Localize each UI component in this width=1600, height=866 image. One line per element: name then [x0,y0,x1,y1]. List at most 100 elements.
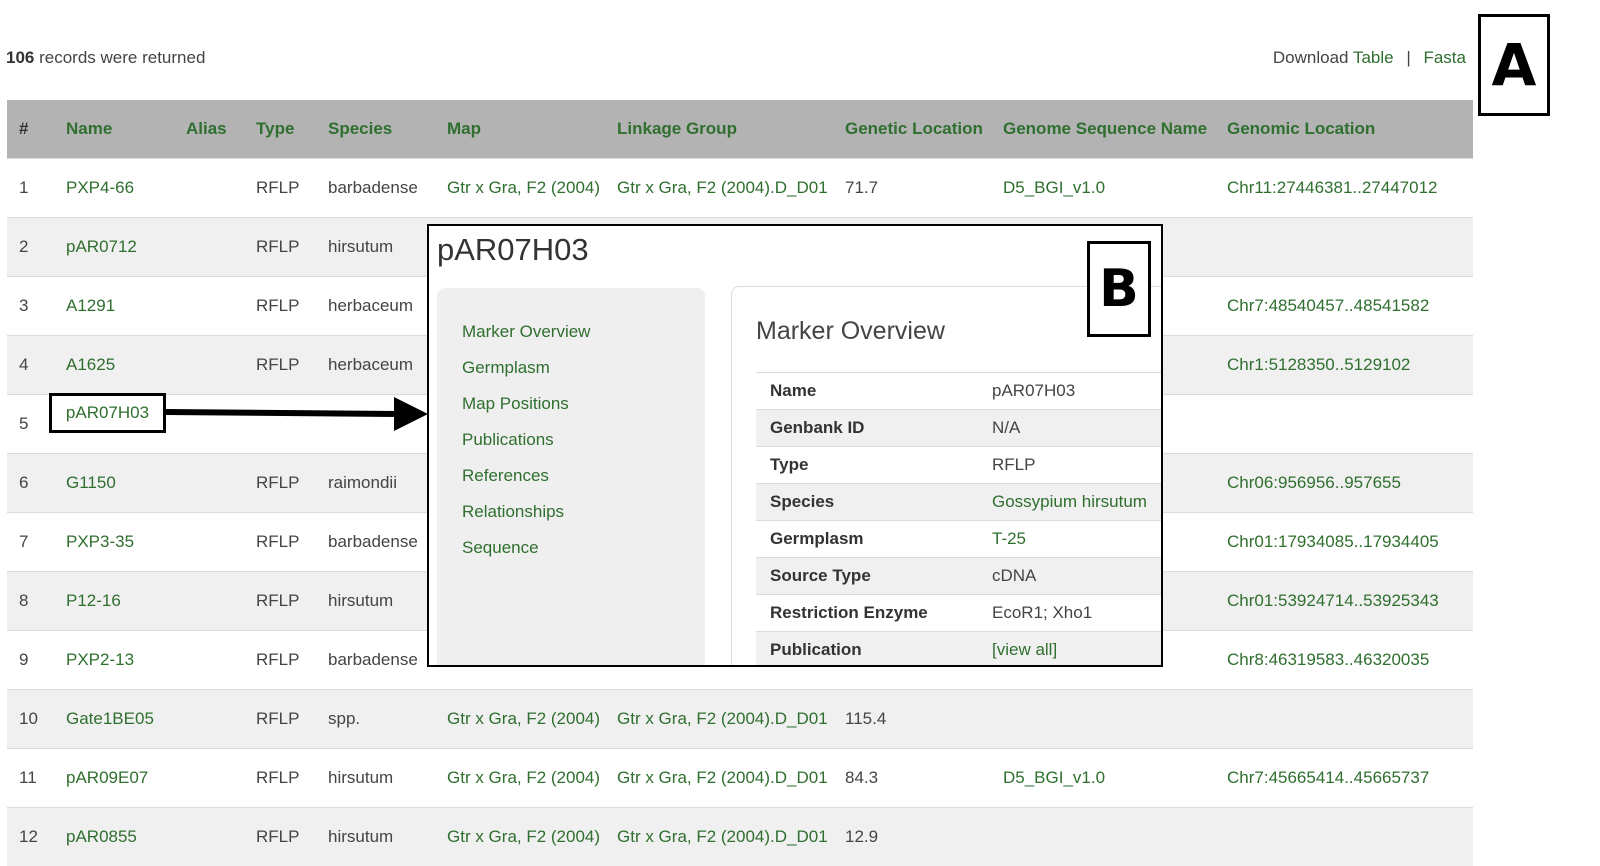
genomic-location-link[interactable]: Chr01:53924714..53925343 [1215,572,1473,631]
popup-nav-item[interactable]: Germplasm [462,356,705,392]
header-linkage-group[interactable]: Linkage Group [605,100,833,159]
header-alias[interactable]: Alias [174,100,244,159]
marker-name-link[interactable]: PXP3-35 [54,513,174,572]
popup-nav-item[interactable]: Publications [462,428,705,464]
species-cell: barbadense [316,513,435,572]
table-row: 10Gate1BE05RFLPspp.Gtr x Gra, F2 (2004)G… [7,690,1473,749]
header-type[interactable]: Type [244,100,316,159]
genome-sequence-link[interactable]: D5_BGI_v1.0 [991,749,1215,808]
linkage-group-link[interactable]: Gtr x Gra, F2 (2004).D_D01 [605,749,833,808]
marker-name-link[interactable]: pAR0855 [54,808,174,866]
genome-sequence-link[interactable]: D5_BGI_v1.0 [991,159,1215,218]
detail-row: NamepAR07H03 [756,373,1163,410]
species-cell: hirsutum [316,572,435,631]
row-number: 1 [7,159,54,218]
genomic-location-link[interactable]: Chr11:27446381..27447012 [1215,159,1473,218]
marker-name-link[interactable]: PXP4-66 [54,159,174,218]
alias-cell [174,808,244,866]
row-number: 9 [7,631,54,690]
detail-row: Restriction EnzymeEcoR1; Xho1 [756,595,1163,632]
type-cell: RFLP [244,513,316,572]
popup-nav-item[interactable]: Relationships [462,500,705,536]
download-fasta-link[interactable]: Fasta [1423,48,1466,67]
type-cell: RFLP [244,808,316,866]
alias-cell [174,277,244,336]
alias-cell [174,749,244,808]
map-link[interactable]: Gtr x Gra, F2 (2004) [435,159,605,218]
row-number: 3 [7,277,54,336]
results-count-text: records were returned [39,48,205,67]
species-cell: barbadense [316,159,435,218]
map-link[interactable]: Gtr x Gra, F2 (2004) [435,749,605,808]
type-cell: RFLP [244,159,316,218]
genomic-location-link[interactable]: Chr1:5128350..5129102 [1215,336,1473,395]
marker-name-link[interactable]: P12-16 [54,572,174,631]
type-cell: RFLP [244,336,316,395]
genomic-location-link[interactable]: Chr06:956956..957655 [1215,454,1473,513]
marker-detail-table: NamepAR07H03Genbank IDN/ATypeRFLPSpecies… [756,372,1163,667]
map-link[interactable]: Gtr x Gra, F2 (2004) [435,690,605,749]
detail-value[interactable]: T-25 [978,521,1163,558]
linkage-group-link[interactable]: Gtr x Gra, F2 (2004).D_D01 [605,690,833,749]
type-cell: RFLP [244,218,316,277]
genetic-location-cell: 84.3 [833,749,991,808]
marker-name-link[interactable]: PXP2-13 [54,631,174,690]
genomic-location-link[interactable]: Chr01:17934085..17934405 [1215,513,1473,572]
alias-cell [174,631,244,690]
detail-key: Source Type [756,558,978,595]
highlighted-marker-name[interactable]: pAR07H03 [49,393,166,433]
popup-nav-item[interactable]: References [462,464,705,500]
detail-key: Restriction Enzyme [756,595,978,632]
detail-key: Germplasm [756,521,978,558]
arrow-icon [166,395,428,435]
header-num: # [7,100,54,159]
genomic-location-link [1215,395,1473,454]
detail-value[interactable]: [view all] [978,632,1163,668]
detail-value: RFLP [978,447,1163,484]
detail-row: Genbank IDN/A [756,410,1163,447]
detail-row: GermplasmT-25 [756,521,1163,558]
header-name[interactable]: Name [54,100,174,159]
table-header-row: # Name Alias Type Species Map Linkage Gr… [7,100,1473,159]
marker-name-link[interactable]: A1625 [54,336,174,395]
header-species[interactable]: Species [316,100,435,159]
header-genome-sequence-name[interactable]: Genome Sequence Name [991,100,1215,159]
species-cell: herbaceum [316,277,435,336]
row-number: 5 [7,395,54,454]
detail-key: Species [756,484,978,521]
map-link[interactable]: Gtr x Gra, F2 (2004) [435,808,605,866]
download-table-link[interactable]: Table [1353,48,1394,67]
species-cell: hirsutum [316,218,435,277]
detail-title: Marker Overview [756,317,945,346]
marker-name-link[interactable]: G1150 [54,454,174,513]
type-cell: RFLP [244,749,316,808]
detail-row: Source TypecDNA [756,558,1163,595]
popup-nav-item[interactable]: Sequence [462,536,705,572]
marker-name-link[interactable]: pAR0712 [54,218,174,277]
alias-cell [174,572,244,631]
species-cell: hirsutum [316,808,435,866]
popup-nav-item[interactable]: Map Positions [462,392,705,428]
download-label: Download [1273,48,1349,67]
linkage-group-link[interactable]: Gtr x Gra, F2 (2004).D_D01 [605,808,833,866]
marker-name-link[interactable]: pAR09E07 [54,749,174,808]
marker-name-link[interactable]: A1291 [54,277,174,336]
genomic-location-link[interactable]: Chr7:48540457..48541582 [1215,277,1473,336]
header-genetic-location[interactable]: Genetic Location [833,100,991,159]
alias-cell [174,218,244,277]
type-cell: RFLP [244,631,316,690]
detail-value[interactable]: Gossypium hirsutum [978,484,1163,521]
detail-key: Publication [756,632,978,668]
type-cell: RFLP [244,572,316,631]
linkage-group-link[interactable]: Gtr x Gra, F2 (2004).D_D01 [605,159,833,218]
header-map[interactable]: Map [435,100,605,159]
popup-nav-item[interactable]: Marker Overview [462,320,705,356]
genomic-location-link[interactable]: Chr8:46319583..46320035 [1215,631,1473,690]
type-cell: RFLP [244,454,316,513]
header-genomic-location[interactable]: Genomic Location [1215,100,1473,159]
genomic-location-link[interactable]: Chr7:45665414..45665737 [1215,749,1473,808]
marker-name-link[interactable]: Gate1BE05 [54,690,174,749]
row-number: 6 [7,454,54,513]
genetic-location-cell: 115.4 [833,690,991,749]
species-cell: raimondii [316,454,435,513]
